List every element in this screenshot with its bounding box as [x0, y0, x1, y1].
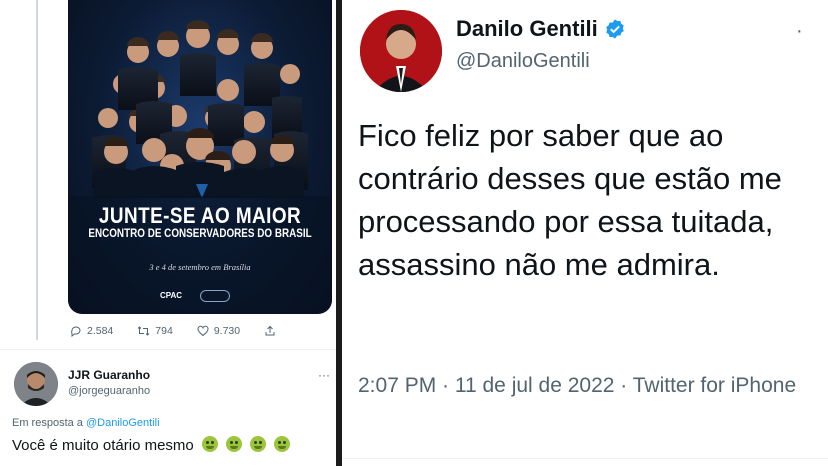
- cpac-logo: CPAC: [160, 291, 183, 300]
- reply-context-prefix: Em resposta a: [12, 417, 83, 429]
- reply-author-handle[interactable]: @jorgeguaranho: [68, 385, 150, 397]
- nauseated-face-icon: [226, 436, 243, 452]
- retweet-button[interactable]: 794: [137, 325, 173, 337]
- reply-author-avatar[interactable]: [14, 362, 58, 406]
- retweet-count: 794: [155, 325, 173, 337]
- reply-body: Você é muito otário mesmo: [12, 437, 194, 454]
- poster-date: 3 e 4 de setembro em Brasília: [149, 262, 251, 272]
- reply-more-button[interactable]: ···: [318, 368, 330, 382]
- author-name[interactable]: Danilo Gentili: [456, 16, 598, 42]
- left-screenshot: JUNTE-SE AO MAIOR ENCONTRO DE CONSERVADO…: [0, 0, 336, 466]
- avatar-image: [14, 362, 58, 406]
- reply-context: Em resposta a @DaniloGentili: [12, 417, 160, 429]
- poster-subheadline: ENCONTRO DE CONSERVADORES DO BRASIL: [88, 228, 312, 240]
- author-name-row[interactable]: Danilo Gentili: [456, 16, 626, 42]
- retweet-icon: [137, 326, 150, 336]
- share-icon: [265, 325, 275, 336]
- like-count: 9.730: [213, 325, 241, 337]
- author-handle[interactable]: @DaniloGentili: [456, 50, 590, 73]
- poster-headline: JUNTE-SE AO MAIOR: [98, 203, 302, 228]
- share-button[interactable]: [264, 325, 281, 337]
- reply-mention-link[interactable]: @DaniloGentili: [86, 417, 160, 429]
- tweet-text: Fico feliz por saber que ao contrário de…: [358, 118, 782, 282]
- partner-logo: [200, 290, 230, 302]
- tweet-more-button[interactable]: ·: [796, 20, 804, 43]
- verified-badge-icon: [606, 19, 624, 39]
- reply-text: Você é muito otário mesmo: [12, 436, 291, 454]
- reply-button[interactable]: 2.584: [70, 325, 113, 337]
- tweet-timestamp[interactable]: 2:07 PM · 11 de jul de 2022 · Twitter fo…: [358, 370, 818, 402]
- thread-line: [36, 0, 38, 340]
- avatar-image: [360, 10, 442, 92]
- nauseated-face-icon: [201, 436, 218, 452]
- divider: [0, 349, 336, 350]
- event-poster-image[interactable]: JUNTE-SE AO MAIOR ENCONTRO DE CONSERVADO…: [68, 0, 332, 314]
- heart-icon: [197, 325, 209, 337]
- nauseated-face-icon: [250, 436, 267, 452]
- nauseated-face-icon: [274, 436, 291, 452]
- reply-author-name[interactable]: JJR Guaranho: [68, 368, 150, 382]
- reply-icon: [71, 326, 81, 337]
- divider: [342, 458, 828, 459]
- author-avatar[interactable]: [360, 10, 442, 92]
- reply-count: 2.584: [87, 325, 114, 337]
- tweet-actions-bar: 2.584 794 9.730: [70, 322, 330, 340]
- like-button[interactable]: 9.730: [197, 325, 240, 337]
- right-screenshot: Danilo Gentili @DaniloGentili · Fico fel…: [342, 0, 828, 466]
